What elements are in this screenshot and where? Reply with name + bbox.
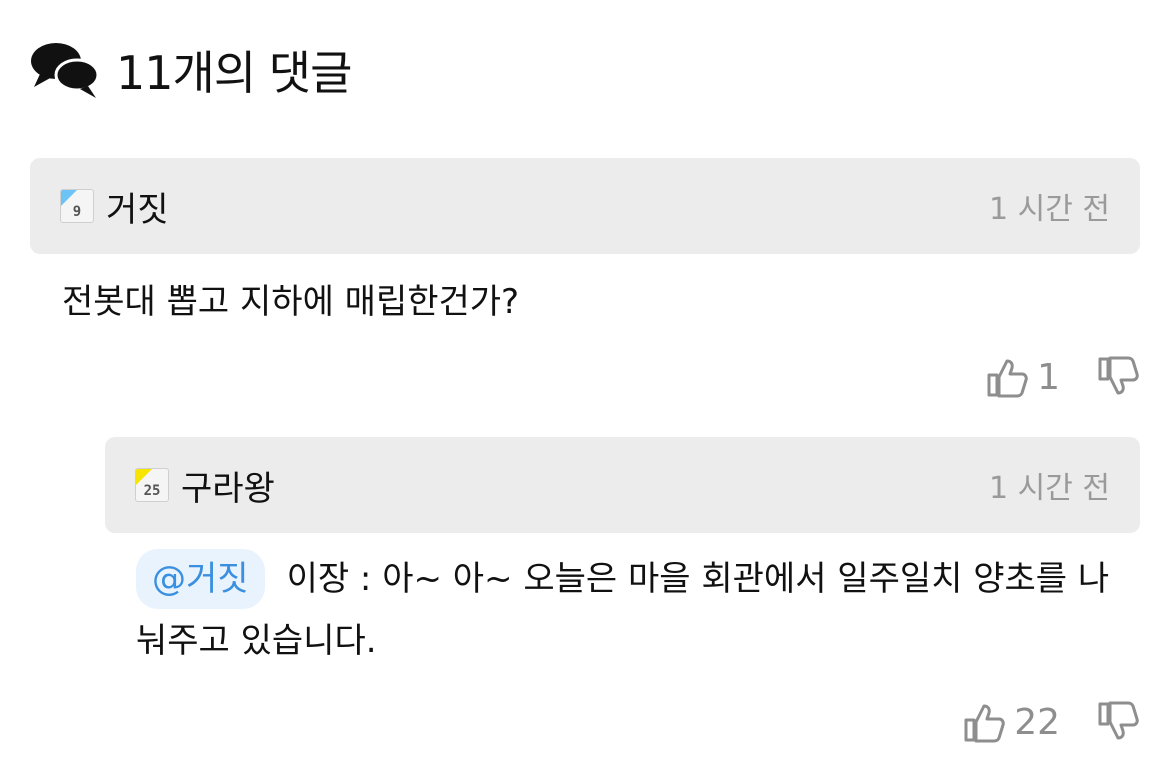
user-level-badge: 9 [60, 189, 94, 223]
reply-author[interactable]: 구라왕 [181, 461, 275, 510]
mention-tag[interactable]: @거짓 [136, 549, 265, 609]
comments-header: 11개의 댓글 [30, 38, 352, 102]
thumbs-up-icon[interactable] [985, 355, 1029, 399]
like-count: 1 [1037, 356, 1060, 398]
comment-votes: 1 [985, 355, 1140, 399]
reply-header: 25 구라왕 1 시간 전 [105, 437, 1140, 533]
chat-bubbles-icon [31, 43, 100, 98]
reply-text-block: @거짓 이장 : 아~ 아~ 오늘은 마을 회관에서 일주일치 양초를 나눠주고 … [136, 548, 1126, 672]
comment-text: 전봇대 뽑고 지하에 매립한건가? [62, 282, 520, 322]
thumbs-down-icon[interactable] [1096, 355, 1140, 399]
reply-votes: 22 [962, 700, 1140, 744]
comment-time: 1 시간 전 [989, 192, 1110, 227]
comment-header: 9 거짓 1 시간 전 [30, 158, 1140, 254]
thumbs-down-icon[interactable] [1096, 700, 1140, 744]
reply-time: 1 시간 전 [989, 471, 1110, 506]
reply-text: 이장 : 아~ 아~ 오늘은 마을 회관에서 일주일치 양초를 나눠주고 있습니… [136, 559, 1110, 661]
comments-title: 11개의 댓글 [116, 46, 352, 100]
comment-author[interactable]: 거짓 [106, 182, 169, 231]
thumbs-up-icon[interactable] [962, 700, 1006, 744]
like-count: 22 [1014, 701, 1060, 743]
user-level-badge: 25 [135, 468, 169, 502]
